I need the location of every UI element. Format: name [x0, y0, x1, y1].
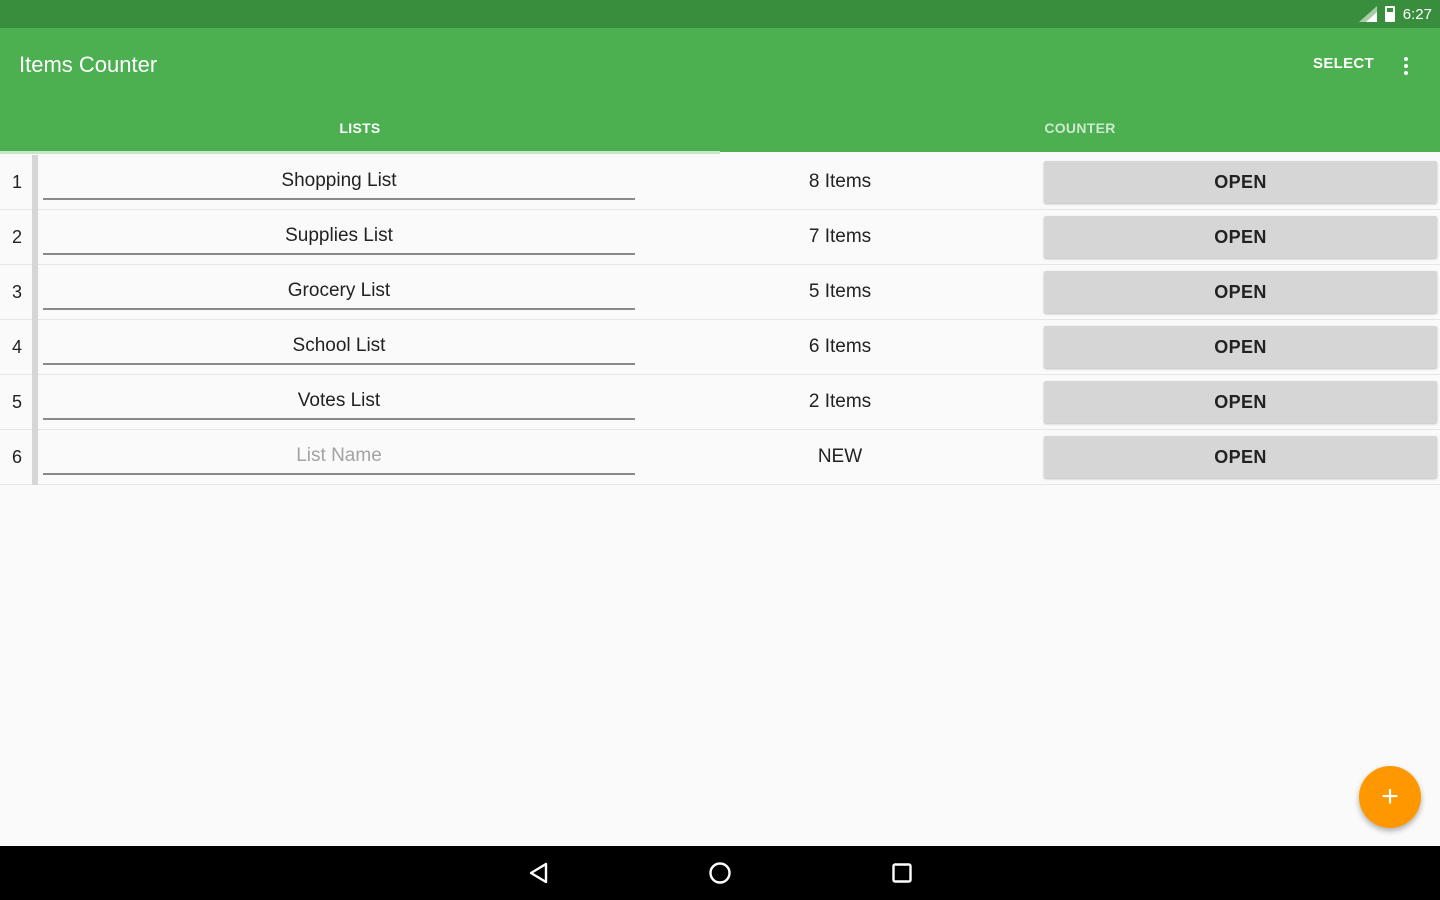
row-index: 5 [12, 391, 23, 412]
open-button[interactable]: OPEN [1044, 326, 1437, 368]
list-name-field[interactable]: List Name [43, 439, 635, 475]
back-icon[interactable] [524, 858, 554, 888]
list-name-field[interactable]: School List [43, 329, 635, 365]
list-name-field[interactable]: Shopping List [43, 164, 635, 200]
app-bar: Items Counter SELECT LISTS COUNTER [0, 28, 1440, 154]
row-divider [32, 320, 38, 375]
list-row: 4 School List 6 Items OPEN [0, 320, 1440, 375]
select-button[interactable]: SELECT [1313, 55, 1374, 72]
row-index: 2 [12, 226, 23, 247]
open-button[interactable]: OPEN [1044, 216, 1437, 258]
list-name-field[interactable]: Grocery List [43, 274, 635, 310]
recent-apps-icon[interactable] [887, 858, 917, 888]
status-bar: 6:27 [0, 0, 1440, 28]
add-list-button[interactable]: + [1359, 766, 1421, 828]
status-icons: 6:27 [1358, 4, 1432, 24]
battery-icon [1384, 6, 1395, 22]
open-button[interactable]: OPEN [1044, 161, 1437, 203]
row-index: 3 [12, 281, 23, 302]
row-index: 6 [12, 446, 23, 467]
list-row: 3 Grocery List 5 Items OPEN [0, 265, 1440, 320]
tab-counter[interactable]: COUNTER [720, 104, 1440, 152]
item-count: 7 Items [808, 226, 872, 247]
item-count: NEW [817, 446, 863, 467]
signal-icon [1358, 6, 1377, 22]
list-row: 2 Supplies List 7 Items OPEN [0, 210, 1440, 265]
open-button[interactable]: OPEN [1044, 381, 1437, 423]
list-name-field[interactable]: Supplies List [43, 219, 635, 255]
app-title: Items Counter [19, 52, 158, 77]
row-index: 4 [12, 336, 23, 357]
row-divider [32, 375, 38, 430]
list-row: 5 Votes List 2 Items OPEN [0, 375, 1440, 430]
item-count: 6 Items [808, 336, 872, 357]
open-button[interactable]: OPEN [1044, 271, 1437, 313]
item-count: 2 Items [808, 391, 872, 412]
row-divider [32, 265, 38, 320]
tab-bar: LISTS COUNTER [0, 104, 1440, 154]
list-row: 6 List Name NEW OPEN [0, 430, 1440, 485]
more-vert-icon[interactable] [1394, 54, 1418, 78]
open-button[interactable]: OPEN [1044, 436, 1437, 478]
tab-lists[interactable]: LISTS [0, 104, 720, 154]
app-screen: 6:27 Items Counter SELECT LISTS COUNTER … [0, 0, 1440, 900]
row-divider [32, 430, 38, 485]
add-icon: + [1381, 780, 1399, 813]
navigation-bar [0, 846, 1440, 900]
row-divider [32, 210, 38, 265]
item-count: 5 Items [808, 281, 872, 302]
home-icon[interactable] [705, 858, 735, 888]
list-name-field[interactable]: Votes List [43, 384, 635, 420]
lists-table: 1 Shopping List 8 Items OPEN 2 Supplies … [0, 155, 1440, 485]
status-time: 6:27 [1402, 5, 1432, 23]
item-count: 8 Items [808, 171, 872, 192]
list-row: 1 Shopping List 8 Items OPEN [0, 155, 1440, 210]
row-divider [32, 155, 38, 210]
row-index: 1 [12, 171, 23, 192]
